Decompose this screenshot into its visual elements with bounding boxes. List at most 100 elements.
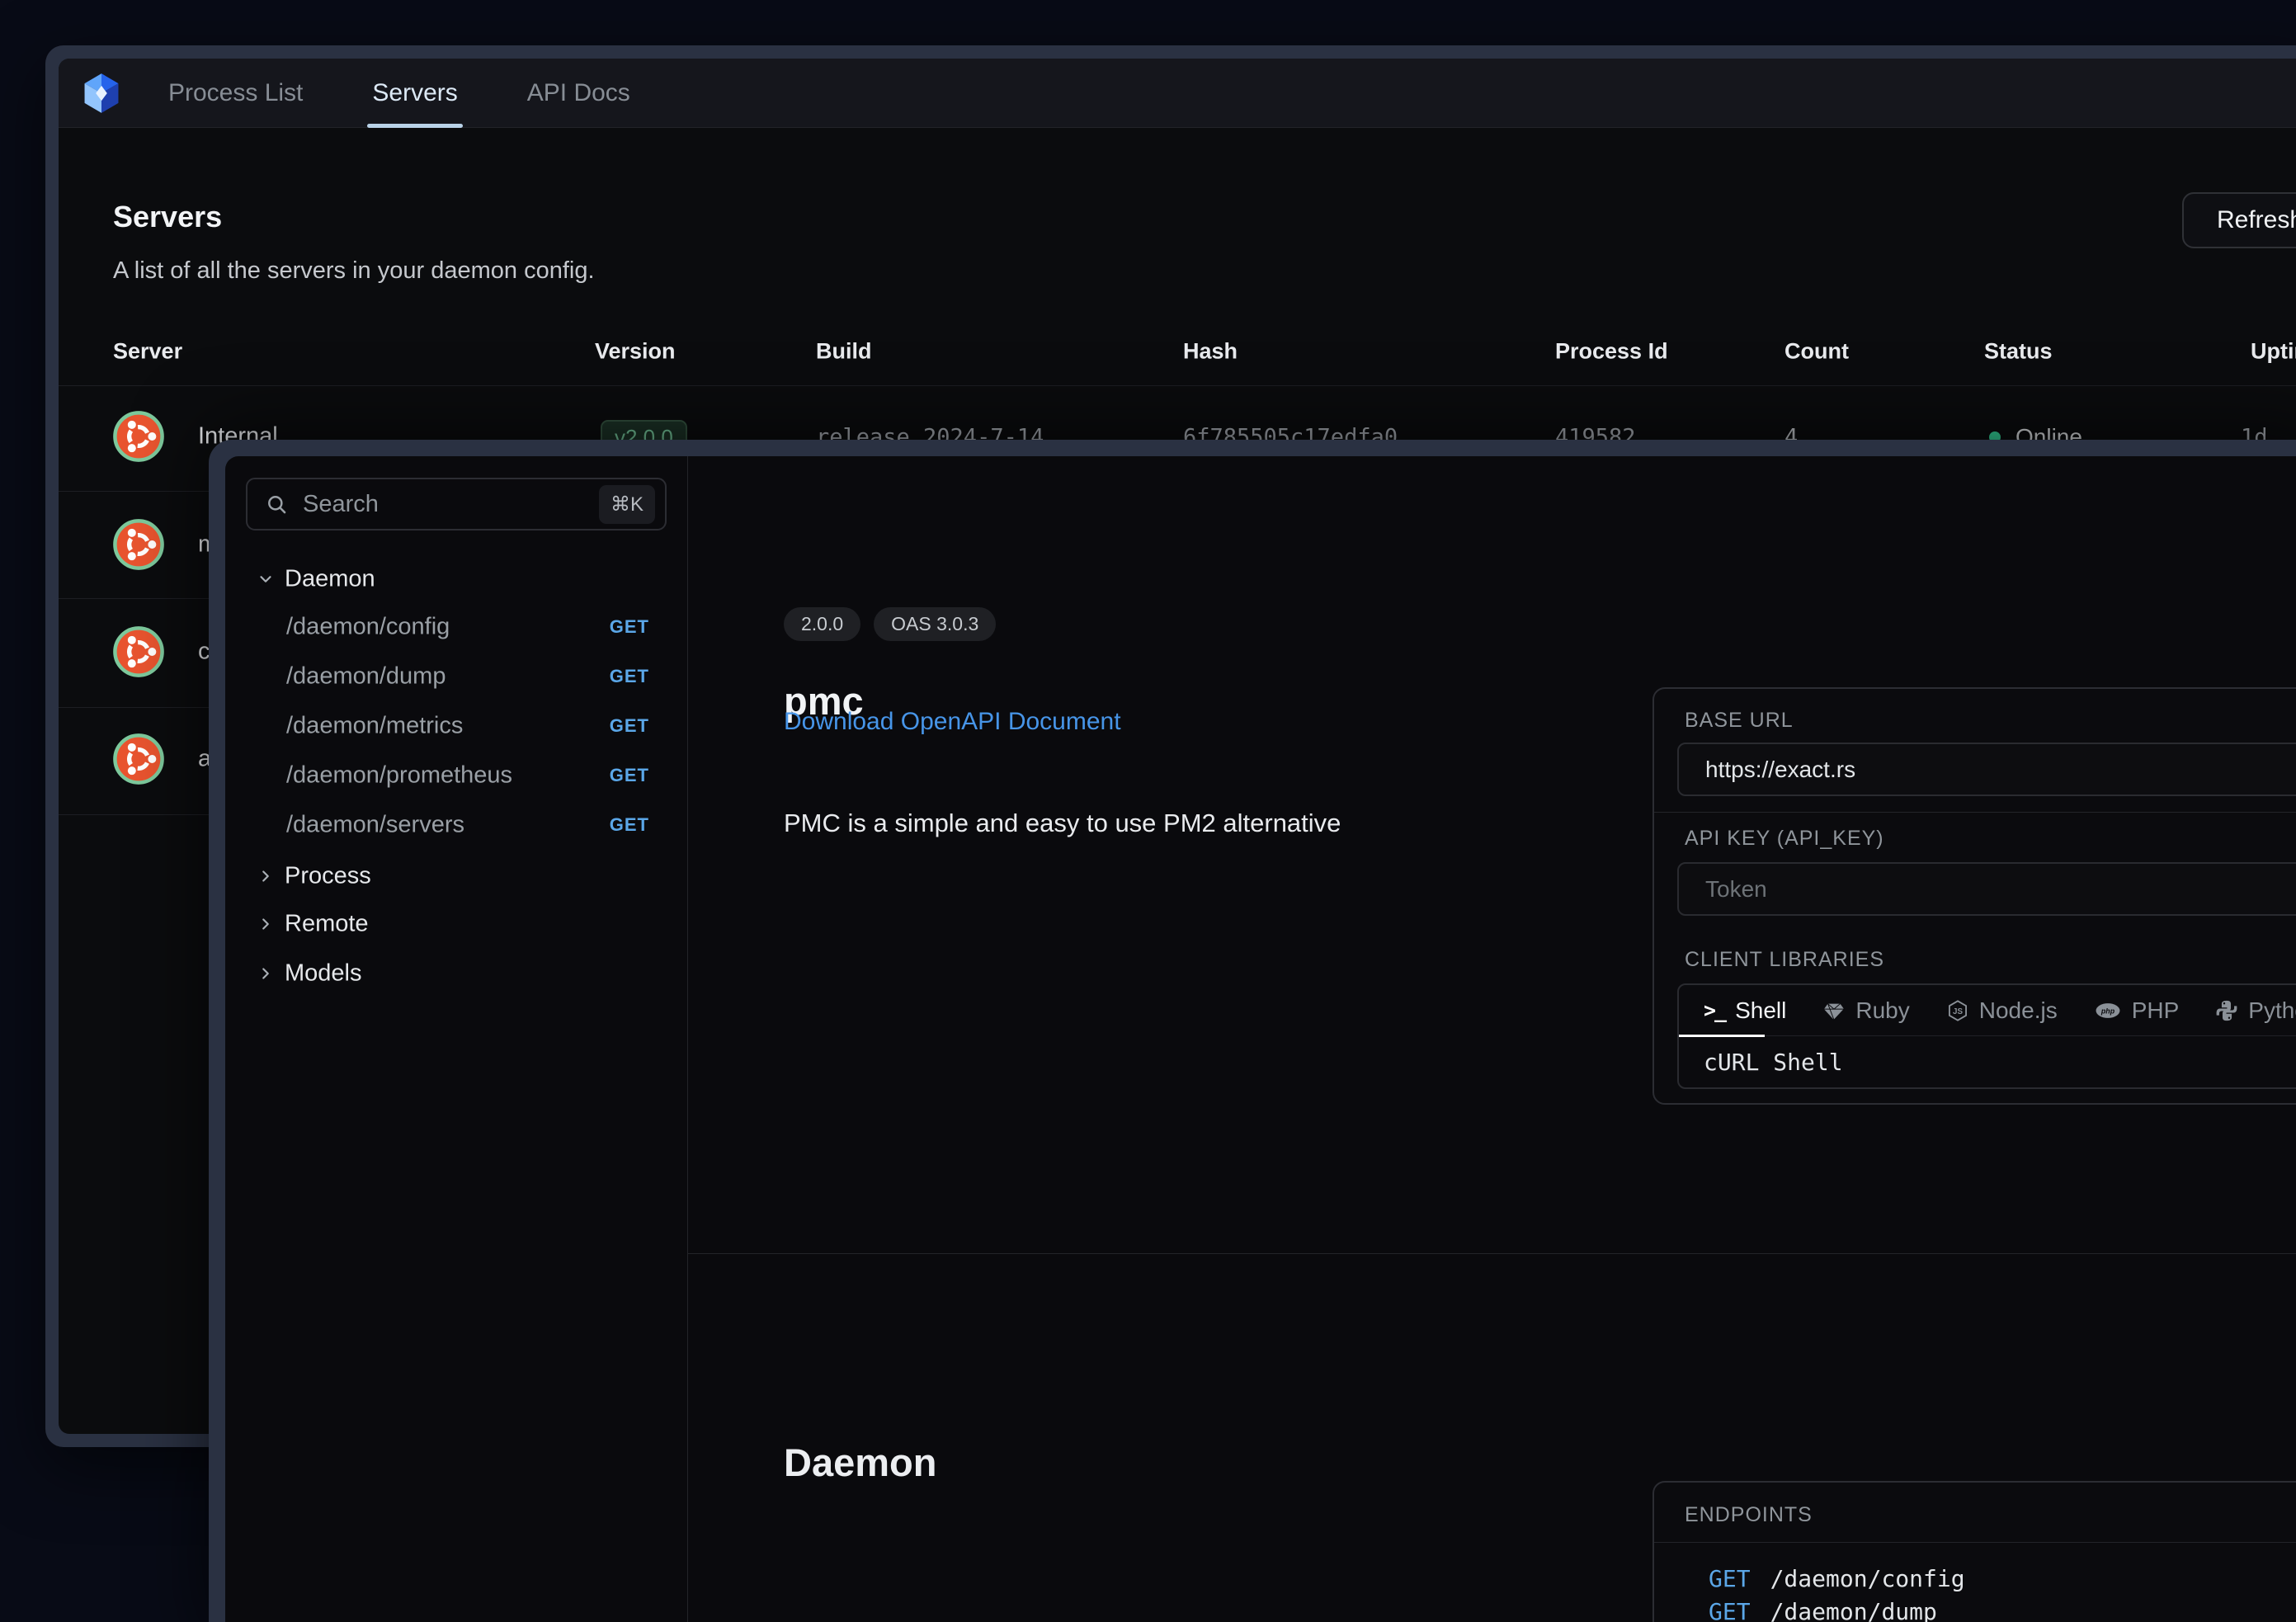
client-library-tabs: >_ Shell Ruby [1679,985,2296,1036]
refresh-button[interactable]: Refresh [2182,192,2296,248]
endpoints-label: ENDPOINTS [1685,1503,1813,1527]
api-key-label: API KEY (API_KEY) [1685,827,1884,851]
page-title: Servers [113,200,222,234]
sidebar-item-daemon-prometheus[interactable]: /daemon/prometheus GET [225,752,687,799]
client-libraries-label: CLIENT LIBRARIES [1685,948,1884,972]
sidebar-group-label: Process [285,863,371,890]
pm2-cube-logo-icon [83,73,120,114]
desktop-background: Process List Servers API Docs Servers A … [0,0,2296,1622]
endpoint-path: /daemon/servers [286,812,464,839]
svg-text:JS: JS [1953,1007,1963,1016]
library-label: Ruby [1855,997,1909,1024]
sidebar-group-daemon[interactable]: Daemon [225,555,687,603]
column-header-status: Status [1984,339,2053,365]
get-method-badge: GET [610,616,649,638]
get-method-badge: GET [610,715,649,737]
chevron-down-icon [257,570,275,588]
base-url-label: BASE URL [1685,709,1794,733]
sidebar-item-daemon-metrics[interactable]: /daemon/metrics GET [225,702,687,750]
nodejs-hexagon-icon: JS [1946,999,1969,1022]
version-pill: 2.0.0 [784,607,860,641]
oas-pill: OAS 3.0.3 [874,607,996,641]
tab-servers[interactable]: Servers [370,59,459,128]
sidebar-group-label: Daemon [285,566,375,593]
get-method-badge: GET [610,814,649,836]
library-tab-php[interactable]: php PHP [2094,997,2180,1024]
endpoint-path: /daemon/metrics [286,713,463,740]
php-icon: php [2094,999,2122,1022]
api-version-badges: 2.0.0 OAS 3.0.3 [784,607,996,641]
sidebar-item-daemon-config[interactable]: /daemon/config GET [225,603,687,651]
ubuntu-logo-icon [113,411,164,462]
svg-text:php: php [2100,1007,2115,1015]
column-header-build: Build [816,339,872,365]
endpoint-link-daemon-dump[interactable]: GET /daemon/dump [1709,1598,1937,1622]
sidebar-item-daemon-servers[interactable]: /daemon/servers GET [225,801,687,849]
sidebar-group-label: Remote [285,911,369,938]
library-tab-shell[interactable]: >_ Shell [1704,997,1786,1024]
sidebar-item-daemon-dump[interactable]: /daemon/dump GET [225,653,687,700]
library-tab-nodejs[interactable]: JS Node.js [1946,997,2058,1024]
endpoint-link-daemon-config[interactable]: GET /daemon/config [1709,1565,1965,1592]
api-docs-modal: ⌘K Daemon /daemon/config GET /daemon/dum… [209,440,2296,1622]
library-label: Node.js [1979,997,2058,1024]
tab-process-list[interactable]: Process List [167,59,304,128]
terminal-icon: >_ [1704,998,1725,1022]
download-openapi-link[interactable]: Download OpenAPI Document [784,708,1121,736]
ubuntu-logo-icon [113,519,164,570]
search-shortcut-kbd: ⌘K [599,485,655,524]
get-method-badge: GET [610,765,649,786]
ubuntu-logo-icon [113,626,164,677]
endpoint-path: /daemon/prometheus [286,762,512,790]
active-library-underline [1679,1035,1765,1037]
sidebar-group-remote[interactable]: Remote [225,900,687,948]
sidebar-group-process[interactable]: Process [225,852,687,900]
get-method-badge: GET [1709,1565,1751,1592]
column-header-process-id: Process Id [1555,339,1668,365]
column-header-count: Count [1784,339,1849,365]
library-label: PHP [2132,997,2180,1024]
get-method-badge: GET [610,666,649,687]
python-icon [2215,999,2238,1022]
column-header-server: Server [113,339,182,365]
search-box[interactable]: ⌘K [246,478,667,530]
card-divider [1654,812,2296,813]
column-header-version: Version [595,339,676,365]
chevron-right-icon [257,915,275,933]
ubuntu-logo-icon [113,733,164,785]
get-method-badge: GET [1709,1598,1751,1622]
server-config-card: BASE URL API KEY (API_KEY) CLIENT LIBRAR… [1652,687,2296,1105]
sidebar-group-models[interactable]: Models [225,950,687,997]
ruby-gem-icon [1822,999,1846,1022]
column-header-uptime: Uptime [2251,339,2296,365]
base-url-input[interactable] [1677,743,2296,796]
row-divider [59,385,2296,386]
chevron-right-icon [257,964,275,983]
api-description: PMC is a simple and easy to use PM2 alte… [784,809,1341,838]
section-divider [688,1253,2296,1254]
search-icon [266,493,288,516]
library-label: Shell [1735,997,1786,1024]
snippet-label: cURL Shell [1679,1036,2296,1087]
sidebar-group-label: Models [285,960,362,988]
endpoint-path: /daemon/config [1770,1565,1965,1592]
client-libraries-box: >_ Shell Ruby [1677,983,2296,1089]
library-tab-ruby[interactable]: Ruby [1822,997,1909,1024]
endpoint-path: /daemon/config [286,614,450,641]
card-divider [1654,1542,2296,1543]
page-subtitle: A list of all the servers in your daemon… [113,257,595,285]
chevron-right-icon [257,867,275,885]
endpoints-card: ENDPOINTS GET /daemon/config GET /daemon… [1652,1481,2296,1622]
endpoint-path: /daemon/dump [286,663,446,691]
search-input[interactable] [301,490,599,519]
daemon-section-heading: Daemon [784,1440,936,1485]
api-docs-sidebar: ⌘K Daemon /daemon/config GET /daemon/dum… [225,456,688,1622]
column-header-hash: Hash [1183,339,1238,365]
api-key-input[interactable] [1677,862,2296,916]
api-docs-content: ⌘K Daemon /daemon/config GET /daemon/dum… [225,456,2296,1622]
library-label: Python [2248,997,2296,1024]
tab-api-docs[interactable]: API Docs [526,59,632,128]
library-tab-python[interactable]: Python [2215,997,2296,1024]
endpoint-path: /daemon/dump [1770,1598,1937,1622]
app-tabbar: Process List Servers API Docs [59,59,2296,128]
